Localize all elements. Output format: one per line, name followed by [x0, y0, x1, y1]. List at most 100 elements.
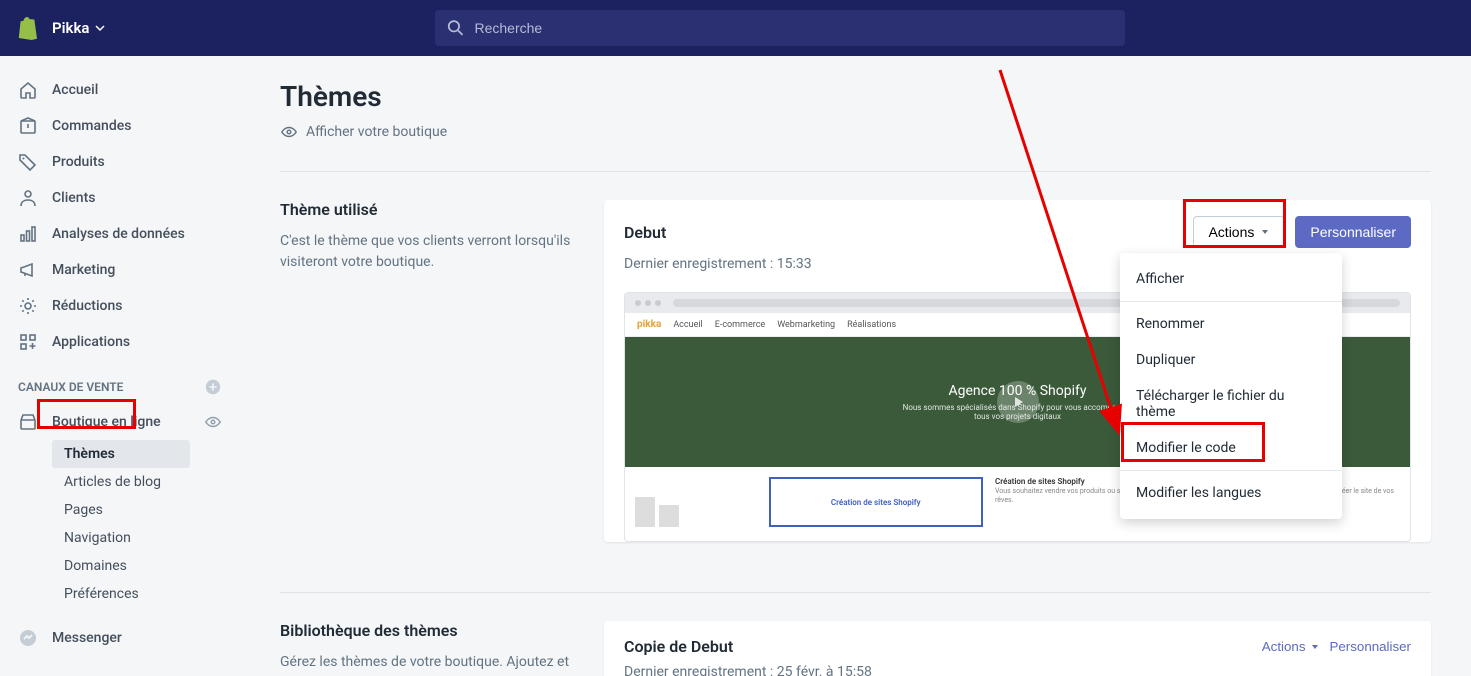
- sidebar-item-discounts[interactable]: Réductions: [0, 288, 240, 324]
- search-icon: [447, 19, 464, 37]
- product-thumb: [635, 497, 655, 527]
- customize-button[interactable]: Personnaliser: [1295, 216, 1411, 248]
- sidebar-item-messenger[interactable]: Messenger: [0, 620, 240, 656]
- preview-nav-item: Webmarketing: [777, 320, 835, 330]
- dropdown-item-edit-code[interactable]: Modifier le code: [1120, 430, 1342, 466]
- orders-icon: [18, 116, 38, 136]
- section-description: Bibliothèque des thèmes Gérez les thèmes…: [280, 621, 580, 676]
- dot-icon: [635, 300, 641, 306]
- store-icon: [18, 412, 38, 432]
- sidebar-label: Applications: [52, 334, 130, 350]
- library-theme-card: Copie de Debut Actions Personnaliser: [604, 621, 1431, 676]
- section-heading: Thème utilisé: [280, 200, 580, 219]
- sidebar-label: Analyses de données: [52, 226, 185, 242]
- actions-label: Actions: [1262, 639, 1306, 654]
- theme-last-saved: Dernier enregistrement : 25 févr. à 15:5…: [604, 664, 1431, 676]
- search-input[interactable]: [474, 20, 1113, 36]
- view-store-link[interactable]: Afficher votre boutique: [280, 123, 1431, 141]
- store-switcher[interactable]: Pikka: [52, 19, 105, 37]
- sidebar-sub-pages[interactable]: Pages: [52, 496, 240, 524]
- sidebar-label: Réductions: [52, 298, 122, 314]
- section-description: Thème utilisé C'est le thème que vos cli…: [280, 200, 580, 562]
- sidebar-label: Boutique en ligne: [52, 414, 161, 430]
- sidebar-item-orders[interactable]: Commandes: [0, 108, 240, 144]
- dot-icon: [645, 300, 651, 306]
- dropdown-item-edit-languages[interactable]: Modifier les langues: [1120, 475, 1342, 511]
- person-icon: [18, 188, 38, 208]
- customize-label: Personnaliser: [1330, 639, 1412, 654]
- preview-brand: pikka: [637, 319, 661, 330]
- actions-dropdown-button[interactable]: Actions: [1262, 639, 1320, 654]
- preview-nav-item: Réalisations: [847, 320, 896, 330]
- sidebar-label: Commandes: [52, 118, 131, 134]
- sidebar-channels-header: CANAUX DE VENTE: [0, 360, 240, 404]
- sidebar-label: Accueil: [52, 82, 98, 98]
- sidebar-item-marketing[interactable]: Marketing: [0, 252, 240, 288]
- sidebar-item-analytics[interactable]: Analyses de données: [0, 216, 240, 252]
- eye-icon: [280, 123, 298, 141]
- topbar: Pikka: [0, 0, 1471, 56]
- sidebar-sub-domains[interactable]: Domaines: [52, 552, 240, 580]
- messenger-icon: [18, 628, 38, 648]
- preview-hero-sub2: tous vos projets digitaux: [974, 412, 1061, 421]
- card-header: Copie de Debut Actions Personnaliser: [604, 621, 1431, 664]
- shopify-logo-icon: [16, 16, 40, 40]
- megaphone-icon: [18, 260, 38, 280]
- product-thumb: [659, 505, 679, 527]
- section-copy: Gérez les thèmes de votre boutique. Ajou…: [280, 652, 580, 676]
- theme-name: Debut: [624, 223, 666, 242]
- dot-icon: [655, 300, 661, 306]
- card-header: Debut Actions Personnaliser: [604, 200, 1431, 256]
- section-copy: C'est le thème que vos clients verront l…: [280, 231, 580, 273]
- view-store-text: Afficher votre boutique: [306, 124, 447, 140]
- dropdown-item-duplicate[interactable]: Dupliquer: [1120, 342, 1342, 378]
- preview-nav-item: E-commerce: [715, 320, 765, 330]
- store-name-text: Pikka: [52, 19, 89, 37]
- customize-label: Personnaliser: [1310, 224, 1396, 240]
- dropdown-item-rename[interactable]: Renommer: [1120, 306, 1342, 342]
- preview-card: Création de sites Shopify: [769, 477, 984, 527]
- eye-icon[interactable]: [204, 413, 222, 431]
- dropdown-item-download[interactable]: Télécharger le fichier du thème: [1120, 378, 1342, 430]
- plus-circle-icon: [204, 378, 222, 396]
- sidebar-sub-themes[interactable]: Thèmes: [52, 440, 190, 468]
- theme-library-section: Bibliothèque des thèmes Gérez les thèmes…: [280, 592, 1431, 676]
- page-title: Thèmes: [280, 80, 1431, 113]
- sidebar-item-home[interactable]: Accueil: [0, 72, 240, 108]
- sidebar-sub-navigation[interactable]: Navigation: [52, 524, 240, 552]
- preview-hero-sub1: Nous sommes spécialisés dans Shopify pou…: [903, 403, 1133, 412]
- caret-down-icon: [1310, 642, 1320, 652]
- gear-icon: [18, 296, 38, 316]
- section-heading: Bibliothèque des thèmes: [280, 621, 580, 640]
- chevron-down-icon: [95, 23, 105, 33]
- sidebar-item-products[interactable]: Produits: [0, 144, 240, 180]
- sidebar-label: Messenger: [52, 630, 122, 646]
- sidebar-item-online-store[interactable]: Boutique en ligne: [0, 404, 240, 440]
- sidebar-label: Produits: [52, 154, 105, 170]
- bar-chart-icon: [18, 224, 38, 244]
- sidebar-sub-blog[interactable]: Articles de blog: [52, 468, 240, 496]
- caret-down-icon: [1260, 227, 1270, 237]
- card-actions: Actions Personnaliser: [1262, 639, 1411, 654]
- home-icon: [18, 80, 38, 100]
- actions-dropdown-menu: Afficher Renommer Dupliquer Télécharger …: [1120, 253, 1342, 519]
- add-channel-button[interactable]: [204, 378, 222, 396]
- customize-button[interactable]: Personnaliser: [1330, 639, 1412, 654]
- sidebar-label: Marketing: [52, 262, 115, 278]
- dropdown-item-preview[interactable]: Afficher: [1120, 261, 1342, 297]
- sidebar: Accueil Commandes Produits Clients Analy…: [0, 56, 240, 676]
- section-card-wrap: Copie de Debut Actions Personnaliser: [604, 621, 1431, 676]
- online-store-subnav: Thèmes Articles de blog Pages Navigation…: [0, 440, 240, 608]
- divider: [1120, 301, 1342, 302]
- theme-name: Copie de Debut: [624, 637, 733, 656]
- divider: [1120, 470, 1342, 471]
- card-actions: Actions Personnaliser: [1193, 216, 1411, 248]
- sidebar-item-customers[interactable]: Clients: [0, 180, 240, 216]
- sidebar-item-apps[interactable]: Applications: [0, 324, 240, 360]
- actions-label: Actions: [1208, 224, 1254, 240]
- search-box[interactable]: [435, 10, 1125, 46]
- actions-dropdown-button[interactable]: Actions: [1193, 216, 1285, 248]
- search-wrap: [105, 10, 1455, 46]
- sidebar-sub-preferences[interactable]: Préférences: [52, 580, 240, 608]
- preview-nav-item: Accueil: [673, 320, 702, 330]
